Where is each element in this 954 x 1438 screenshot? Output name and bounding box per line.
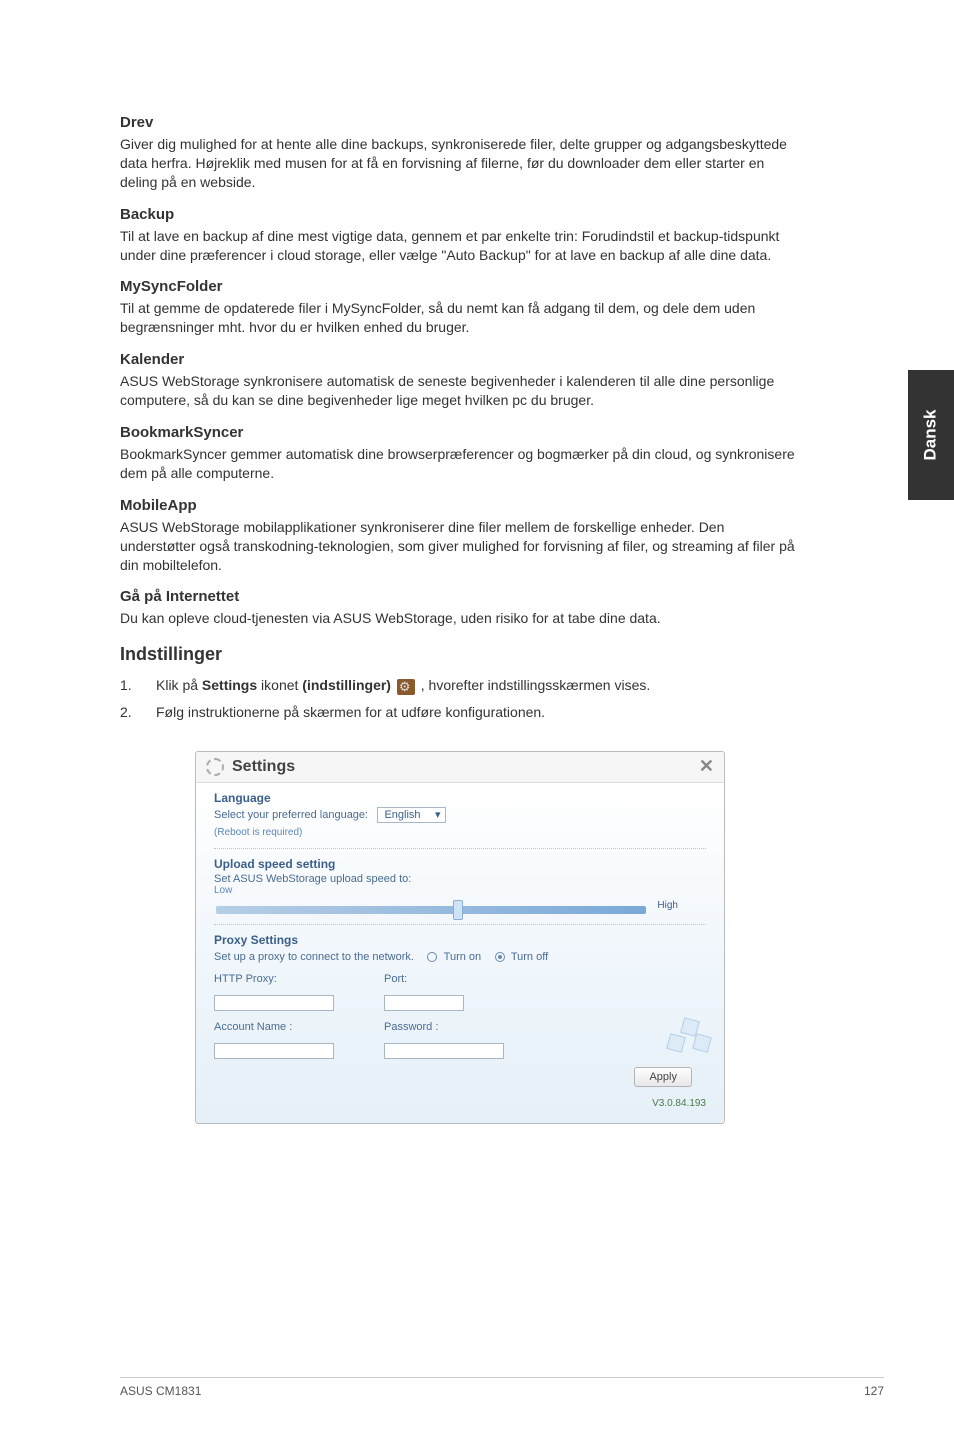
password-label: Password : bbox=[384, 1021, 438, 1033]
language-row: Select your preferred language: English bbox=[214, 807, 706, 823]
proxy-turnoff-label: Turn off bbox=[511, 951, 548, 963]
heading-mysyncfolder: MySyncFolder bbox=[120, 278, 800, 295]
account-input[interactable] bbox=[214, 1043, 334, 1059]
language-select-value: English bbox=[384, 809, 420, 821]
dialog-title: Settings bbox=[232, 758, 295, 776]
slider-handle[interactable] bbox=[453, 900, 463, 920]
proxy-http-row: HTTP Proxy: Port: bbox=[214, 973, 706, 985]
proxy-auth-inputs bbox=[214, 1043, 706, 1059]
upload-label: Set ASUS WebStorage upload speed to: bbox=[214, 873, 706, 885]
heading-indstillinger: Indstillinger bbox=[120, 644, 800, 665]
language-select[interactable]: English bbox=[377, 807, 445, 823]
proxy-toggle-row: Set up a proxy to connect to the network… bbox=[214, 949, 706, 963]
account-label: Account Name : bbox=[214, 1021, 384, 1033]
decor-cubes-icon bbox=[664, 1019, 714, 1069]
language-label: Select your preferred language: bbox=[214, 810, 368, 822]
language-note: (Reboot is required) bbox=[214, 827, 706, 838]
step-2-number: 2. bbox=[120, 702, 156, 723]
page-footer: ASUS CM1831 127 bbox=[120, 1377, 884, 1398]
port-label: Port: bbox=[384, 973, 444, 985]
password-input[interactable] bbox=[384, 1043, 504, 1059]
text-kalender: ASUS WebStorage synkronisere automatisk … bbox=[120, 372, 800, 410]
dialog-header: Settings bbox=[196, 752, 724, 783]
language-heading: Language bbox=[214, 791, 706, 805]
text-internet: Du kan opleve cloud-tjenesten via ASUS W… bbox=[120, 609, 800, 628]
heading-kalender: Kalender bbox=[120, 351, 800, 368]
proxy-heading: Proxy Settings bbox=[214, 933, 706, 947]
text-drev: Giver dig mulighed for at hente alle din… bbox=[120, 135, 800, 192]
proxy-turnoff-radio[interactable] bbox=[495, 952, 505, 962]
proxy-http-inputs bbox=[214, 995, 706, 1011]
dialog-footer: Apply bbox=[214, 1059, 706, 1095]
version-label: V3.0.84.193 bbox=[652, 1098, 706, 1109]
settings-gear-icon bbox=[397, 679, 415, 695]
text-mobileapp: ASUS WebStorage mobilapplikationer synkr… bbox=[120, 518, 800, 575]
step-1: 1. Klik på Settings ikonet (indstillinge… bbox=[120, 675, 800, 696]
http-proxy-label: HTTP Proxy: bbox=[214, 973, 384, 985]
footer-page-number: 127 bbox=[864, 1384, 884, 1398]
step-1-bold1: Settings bbox=[202, 677, 257, 693]
language-side-tab: Dansk bbox=[908, 370, 954, 500]
heading-drev: Drev bbox=[120, 114, 800, 131]
step-1-number: 1. bbox=[120, 675, 156, 696]
upload-speed-slider[interactable]: High bbox=[216, 906, 646, 914]
step-1-mid: ikonet bbox=[257, 677, 302, 693]
dialog-body: Language Select your preferred language:… bbox=[196, 783, 724, 1123]
step-1-bold2: (indstillinger) bbox=[302, 677, 391, 693]
step-2-body: Følg instruktionerne på skærmen for at u… bbox=[156, 702, 800, 723]
slider-low-label: Low bbox=[214, 885, 706, 896]
step-1-post: , hvorefter indstillingsskærmen vises. bbox=[417, 677, 650, 693]
step-2: 2. Følg instruktionerne på skærmen for a… bbox=[120, 702, 800, 723]
step-1-body: Klik på Settings ikonet (indstillinger) … bbox=[156, 675, 800, 696]
heading-internet: Gå på Internettet bbox=[120, 588, 800, 605]
http-proxy-input[interactable] bbox=[214, 995, 334, 1011]
divider bbox=[214, 848, 706, 849]
heading-mobileapp: MobileApp bbox=[120, 497, 800, 514]
proxy-label: Set up a proxy to connect to the network… bbox=[214, 951, 414, 963]
footer-left: ASUS CM1831 bbox=[120, 1384, 201, 1398]
text-backup: Til at lave en backup af dine mest vigti… bbox=[120, 227, 800, 265]
proxy-auth-row: Account Name : Password : bbox=[214, 1021, 706, 1033]
page-content: Drev Giver dig mulighed for at hente all… bbox=[0, 0, 870, 1124]
port-input[interactable] bbox=[384, 995, 464, 1011]
proxy-turnon-label: Turn on bbox=[444, 951, 482, 963]
upload-heading: Upload speed setting bbox=[214, 857, 706, 871]
step-1-pre: Klik på bbox=[156, 677, 202, 693]
divider bbox=[214, 924, 706, 925]
heading-backup: Backup bbox=[120, 206, 800, 223]
text-bookmarksyncer: BookmarkSyncer gemmer automatisk dine br… bbox=[120, 445, 800, 483]
close-icon[interactable]: ✕ bbox=[699, 756, 714, 777]
apply-button[interactable]: Apply bbox=[634, 1067, 692, 1087]
proxy-turnon-radio[interactable] bbox=[427, 952, 437, 962]
dialog-app-icon bbox=[206, 758, 224, 776]
side-tab-label: Dansk bbox=[921, 409, 941, 460]
settings-dialog: Settings ✕ Language Select your preferre… bbox=[195, 751, 725, 1124]
heading-bookmarksyncer: BookmarkSyncer bbox=[120, 424, 800, 441]
text-mysyncfolder: Til at gemme de opdaterede filer i MySyn… bbox=[120, 299, 800, 337]
slider-high-label: High bbox=[657, 900, 678, 911]
